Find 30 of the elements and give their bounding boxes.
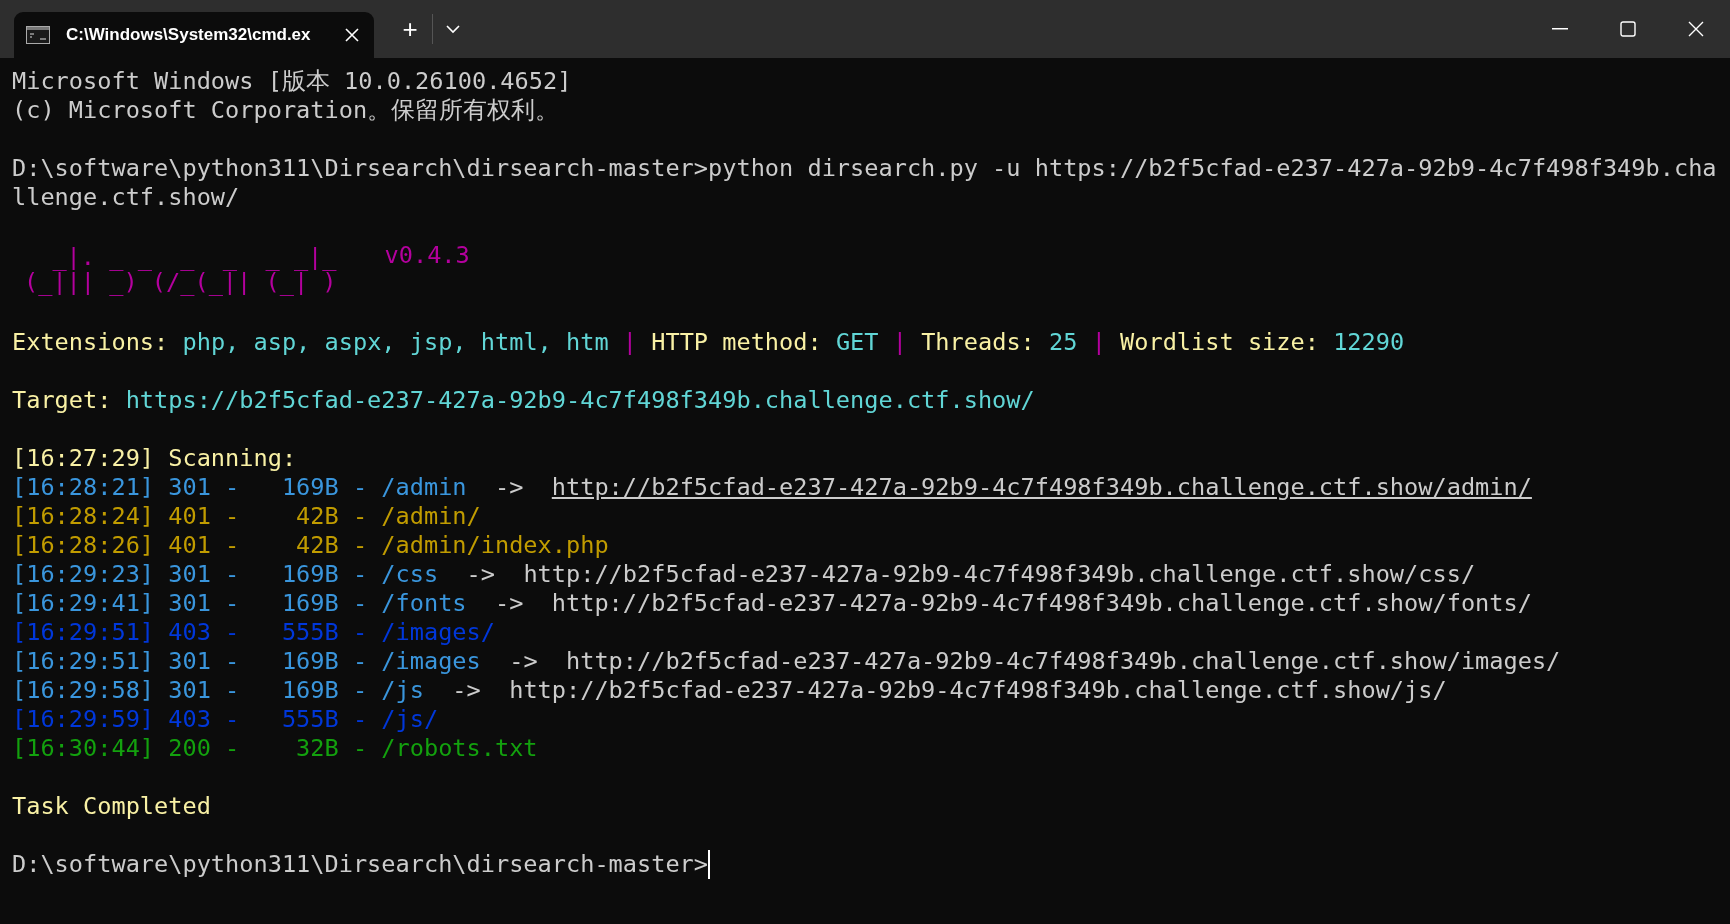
console-line: D:\software\python311\Dirsearch\dirsearch-master>python dirsearch.py -u https://b2f5cfad-e237-427a-92b9-4c7f498f349b.cha: [12, 154, 1718, 183]
tab-title: C:\Windows\System32\cmd.ex: [66, 24, 312, 47]
new-tab-button[interactable]: +: [388, 9, 432, 49]
result-line: [16:29:41] 301 - 169B - /fonts -> http://b2f5cfad-e237-427a-92b9-4c7f498f349b.challenge.ctf.show/fonts/: [12, 589, 1533, 618]
url-link[interactable]: http://b2f5cfad-e237-427a-92b9-4c7f498f349b.challenge.ctf.show/js/: [509, 676, 1447, 704]
command-prompt: D:\software\python311\Dirsearch\dirsearch-master>: [12, 850, 709, 879]
terminal-tab[interactable]: C:\Windows\System32\cmd.ex: [14, 12, 374, 58]
console-line: Extensions: php, asp, aspx, jsp, html, htm | HTTP method: GET | Threads: 25 | Wordlist size: 12290: [12, 328, 1406, 357]
result-line: [16:29:58] 301 - 169B - /js -> http://b2f5cfad-e237-427a-92b9-4c7f498f349b.challenge.ctf.show/js/: [12, 676, 1448, 705]
console-line: Target: https://b2f5cfad-e237-427a-92b9-4c7f498f349b.challenge.ctf.show/: [12, 386, 1036, 415]
result-line: [16:28:24] 401 - 42B - /admin/: [12, 502, 482, 531]
result-line: [16:29:51] 301 - 169B - /images -> http://b2f5cfad-e237-427a-92b9-4c7f498f349b.challenge.ctf.show/images/: [12, 647, 1562, 676]
console-line: Microsoft Windows [版本 10.0.26100.4652]: [12, 67, 573, 96]
result-line: [16:28:26] 401 - 42B - /admin/index.php: [12, 531, 610, 560]
result-line: [16:29:59] 403 - 555B - /js/: [12, 705, 440, 734]
url-link[interactable]: http://b2f5cfad-e237-427a-92b9-4c7f498f349b.challenge.ctf.show/images/: [566, 647, 1561, 675]
console-line: (c) Microsoft Corporation。保留所有权利。: [12, 96, 561, 125]
console-line: llenge.ctf.show/: [12, 183, 241, 212]
console-line: [16:27:29] Scanning:: [12, 444, 298, 473]
url-link[interactable]: http://b2f5cfad-e237-427a-92b9-4c7f498f349b.challenge.ctf.show/css/: [523, 560, 1476, 588]
ascii-art-logo: _|. _ _ _ _ _ _|_ (_||| _) (/_(_|| (_| ): [24, 245, 337, 295]
result-line: [16:29:51] 403 - 555B - /images/: [12, 618, 496, 647]
terminal-icon: [26, 26, 50, 44]
result-line: [16:28:21] 301 - 169B - /admin -> http://b2f5cfad-e237-427a-92b9-4c7f498f349b.challenge.ctf.show/admin/: [12, 473, 1533, 502]
result-line: [16:29:23] 301 - 169B - /css -> http://b2f5cfad-e237-427a-92b9-4c7f498f349b.challenge.ctf.show/css/: [12, 560, 1477, 589]
url-link[interactable]: http://b2f5cfad-e237-427a-92b9-4c7f498f349b.challenge.ctf.show/fonts/: [551, 589, 1532, 617]
result-line: [16:30:44] 200 - 32B - /robots.txt: [12, 734, 539, 763]
console-line: Task Completed: [12, 792, 212, 821]
url-link[interactable]: http://b2f5cfad-e237-427a-92b9-4c7f498f349b.challenge.ctf.show/admin/: [551, 473, 1532, 501]
version-label: v0.4.3: [384, 241, 470, 270]
